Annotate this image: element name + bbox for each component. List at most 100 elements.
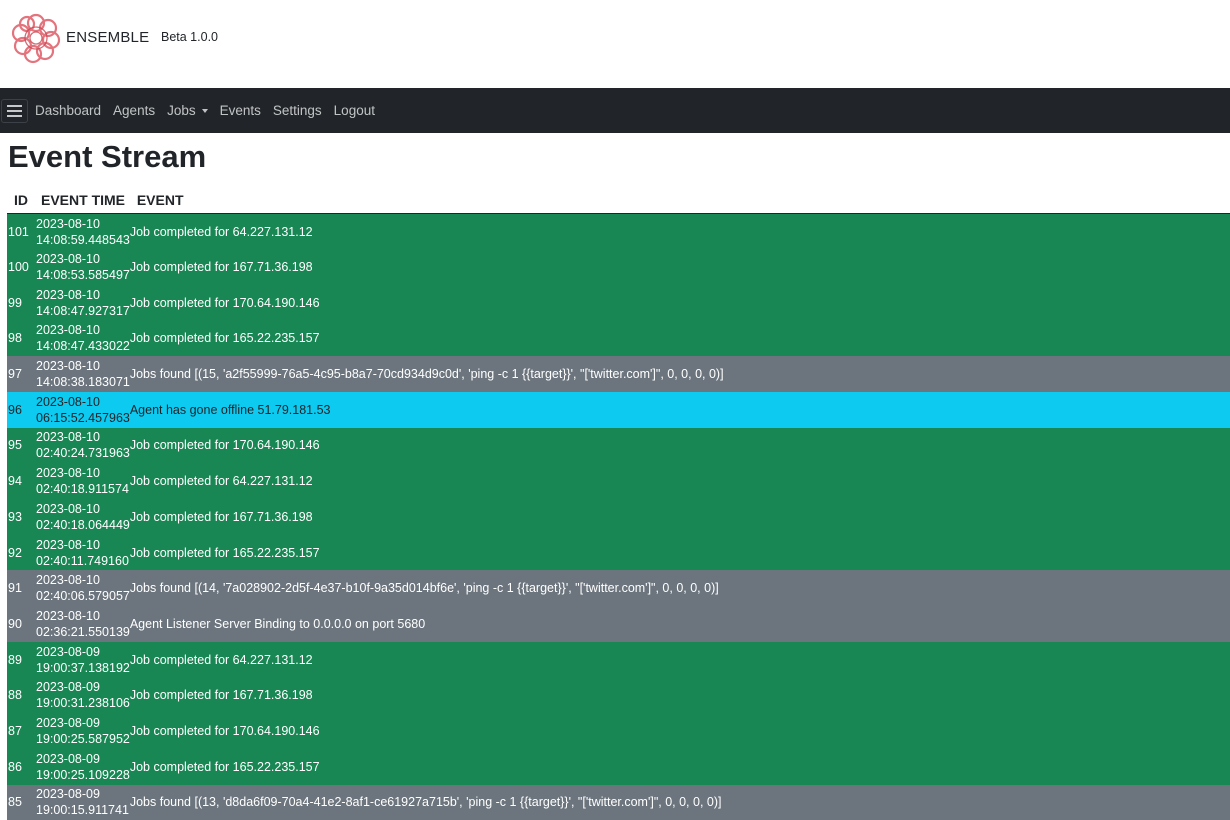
event-message-cell: Job completed for 165.22.235.157 (130, 321, 1230, 357)
table-row: 942023-08-1002:40:18.911574Job completed… (7, 463, 1230, 499)
event-message-cell: Jobs found [(14, '7a028902-2d5f-4e37-b10… (130, 570, 1230, 606)
event-time-cell: 2023-08-1014:08:53.585497 (34, 249, 130, 285)
event-id-cell: 86 (7, 749, 34, 785)
event-message-cell: Jobs found [(13, 'd8da6f09-70a4-41e2-8af… (130, 785, 1230, 820)
nav-logout-label: Logout (334, 103, 375, 118)
menu-toggle-icon[interactable] (1, 99, 28, 123)
event-id-cell: 92 (7, 535, 34, 571)
event-message-cell: Job completed for 170.64.190.146 (130, 428, 1230, 464)
event-id-cell: 89 (7, 642, 34, 678)
event-id-cell: 90 (7, 606, 34, 642)
table-row: 862023-08-0919:00:25.109228Job completed… (7, 749, 1230, 785)
event-time-cell: 2023-08-0919:00:31.238106 (34, 677, 130, 713)
caret-down-icon (202, 109, 208, 113)
event-message-cell: Job completed for 64.227.131.12 (130, 642, 1230, 678)
event-time-cell: 2023-08-1002:40:18.911574 (34, 463, 130, 499)
nav-dashboard-label: Dashboard (35, 103, 101, 118)
event-table-container: ID EVENT TIME EVENT 1012023-08-1014:08:5… (7, 186, 1230, 820)
ensemble-logo-icon[interactable] (10, 12, 62, 64)
event-date: 2023-08-10 (36, 251, 130, 267)
nav-events[interactable]: Events (220, 103, 261, 118)
event-message-cell: Job completed for 167.71.36.198 (130, 249, 1230, 285)
nav-jobs-dropdown[interactable]: Jobs (167, 103, 208, 118)
table-row: 992023-08-1014:08:47.927317Job completed… (7, 285, 1230, 321)
nav-settings[interactable]: Settings (273, 103, 322, 118)
nav-events-label: Events (220, 103, 261, 118)
event-id-cell: 85 (7, 785, 34, 820)
table-row: 932023-08-1002:40:18.064449Job completed… (7, 499, 1230, 535)
event-time-cell: 2023-08-0919:00:37.138192 (34, 642, 130, 678)
event-time-cell: 2023-08-1014:08:59.448543 (34, 214, 130, 250)
nav-agents[interactable]: Agents (113, 103, 155, 118)
event-message-cell: Agent Listener Server Binding to 0.0.0.0… (130, 606, 1230, 642)
event-message-cell: Job completed for 165.22.235.157 (130, 535, 1230, 571)
table-header: ID EVENT TIME EVENT (7, 186, 1230, 214)
event-time-cell: 2023-08-0919:00:15.911741 (34, 785, 130, 820)
event-message-cell: Job completed for 64.227.131.12 (130, 463, 1230, 499)
brand-name: ENSEMBLE (66, 29, 149, 46)
table-row: 912023-08-1002:40:06.579057Jobs found [(… (7, 570, 1230, 606)
table-row: 1002023-08-1014:08:53.585497Job complete… (7, 249, 1230, 285)
event-clock-time: 14:08:47.927317 (36, 303, 130, 319)
event-time-cell: 2023-08-0919:00:25.109228 (34, 749, 130, 785)
table-row: 902023-08-1002:36:21.550139Agent Listene… (7, 606, 1230, 642)
main-navbar: Dashboard Agents Jobs Events Settings Lo… (0, 88, 1230, 133)
event-time-cell: 2023-08-1002:40:06.579057 (34, 570, 130, 606)
event-clock-time: 14:08:38.183071 (36, 374, 130, 390)
event-message-cell: Agent has gone offline 51.79.181.53 (130, 392, 1230, 428)
event-date: 2023-08-09 (36, 715, 130, 731)
event-id-cell: 95 (7, 428, 34, 464)
event-clock-time: 02:40:11.749160 (36, 553, 130, 569)
event-date: 2023-08-10 (36, 572, 130, 588)
table-row: 982023-08-1014:08:47.433022Job completed… (7, 321, 1230, 357)
nav-settings-label: Settings (273, 103, 322, 118)
event-clock-time: 02:40:18.911574 (36, 481, 130, 497)
table-row: 922023-08-1002:40:11.749160Job completed… (7, 535, 1230, 571)
event-id-cell: 101 (7, 214, 34, 250)
event-date: 2023-08-09 (36, 751, 130, 767)
event-date: 2023-08-09 (36, 644, 130, 660)
event-id-cell: 88 (7, 677, 34, 713)
event-date: 2023-08-10 (36, 394, 130, 410)
event-time-cell: 2023-08-1002:36:21.550139 (34, 606, 130, 642)
event-id-cell: 94 (7, 463, 34, 499)
event-id-cell: 93 (7, 499, 34, 535)
event-message-cell: Job completed for 167.71.36.198 (130, 677, 1230, 713)
event-clock-time: 19:00:15.911741 (36, 802, 130, 818)
event-message-cell: Job completed for 170.64.190.146 (130, 285, 1230, 321)
event-message-cell: Job completed for 165.22.235.157 (130, 749, 1230, 785)
table-body: 1012023-08-1014:08:59.448543Job complete… (7, 214, 1230, 820)
event-message-cell: Job completed for 170.64.190.146 (130, 713, 1230, 749)
event-clock-time: 19:00:31.238106 (36, 695, 130, 711)
event-id-cell: 96 (7, 392, 34, 428)
event-time-cell: 2023-08-0919:00:25.587952 (34, 713, 130, 749)
nav-agents-label: Agents (113, 103, 155, 118)
event-date: 2023-08-10 (36, 608, 130, 624)
event-clock-time: 14:08:47.433022 (36, 338, 130, 354)
event-clock-time: 02:40:18.064449 (36, 517, 130, 533)
event-clock-time: 19:00:25.587952 (36, 731, 130, 747)
nav-logout[interactable]: Logout (334, 103, 375, 118)
event-id-cell: 91 (7, 570, 34, 606)
column-header-event: EVENT (130, 186, 1230, 214)
event-message-cell: Job completed for 64.227.131.12 (130, 214, 1230, 250)
event-id-cell: 100 (7, 249, 34, 285)
column-header-id: ID (7, 186, 34, 214)
event-clock-time: 19:00:25.109228 (36, 767, 130, 783)
event-clock-time: 19:00:37.138192 (36, 660, 130, 676)
event-clock-time: 14:08:59.448543 (36, 232, 130, 248)
event-date: 2023-08-10 (36, 287, 130, 303)
table-row: 892023-08-0919:00:37.138192Job completed… (7, 642, 1230, 678)
event-time-cell: 2023-08-1002:40:11.749160 (34, 535, 130, 571)
event-table: ID EVENT TIME EVENT 1012023-08-1014:08:5… (7, 186, 1230, 820)
event-date: 2023-08-10 (36, 322, 130, 338)
event-message-cell: Job completed for 167.71.36.198 (130, 499, 1230, 535)
table-row: 952023-08-1002:40:24.731963Job completed… (7, 428, 1230, 464)
table-row: 962023-08-1006:15:52.457963Agent has gon… (7, 392, 1230, 428)
nav-dashboard[interactable]: Dashboard (35, 103, 101, 118)
event-clock-time: 02:40:24.731963 (36, 445, 130, 461)
event-time-cell: 2023-08-1014:08:47.927317 (34, 285, 130, 321)
event-date: 2023-08-10 (36, 216, 130, 232)
table-row: 1012023-08-1014:08:59.448543Job complete… (7, 214, 1230, 250)
event-time-cell: 2023-08-1014:08:47.433022 (34, 321, 130, 357)
